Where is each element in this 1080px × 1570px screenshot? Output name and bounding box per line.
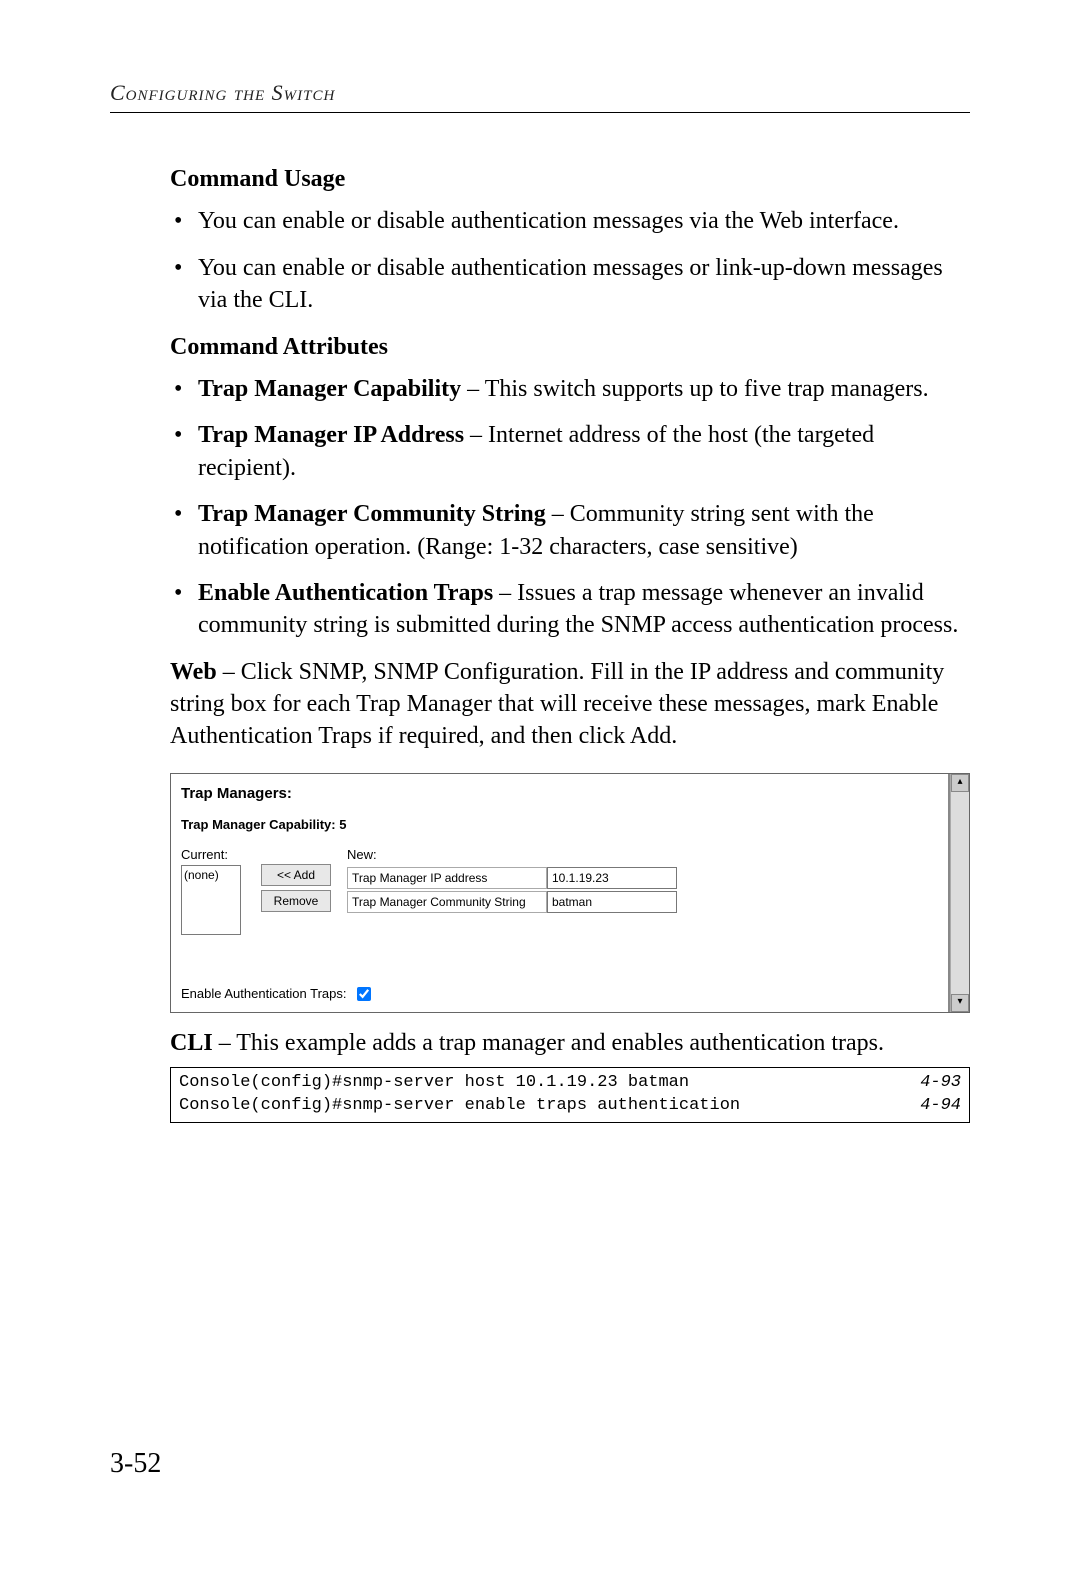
current-listbox-value: (none) [184,868,219,882]
command-usage-list: You can enable or disable authentication… [170,205,970,316]
cli-page-ref: 4-93 [908,1072,961,1095]
ip-address-input[interactable] [547,867,677,889]
scroll-down-button[interactable]: ▾ [951,994,969,1012]
command-attributes-title: Command Attributes [170,331,970,363]
command-usage-title: Command Usage [170,163,970,195]
community-string-input[interactable] [547,891,677,913]
command-usage-item: You can enable or disable authentication… [170,252,970,317]
community-string-label: Trap Manager Community String [347,891,547,913]
cli-command: Console(config)#snmp-server enable traps… [179,1095,740,1118]
web-lead: Web [170,659,217,685]
cli-line: Console(config)#snmp-server host 10.1.19… [179,1072,961,1095]
attr-term: Trap Manager Community String [198,501,546,527]
command-attributes-item: Trap Manager Community String – Communit… [170,498,970,563]
trap-managers-heading: Trap Managers: [181,784,959,804]
attr-term: Trap Manager IP Address [198,422,464,448]
page-number: 3-52 [110,1448,161,1480]
bullet-text: You can enable or disable authentication… [198,208,899,234]
ui-inner: Trap Managers: Trap Manager Capability: … [171,774,969,1012]
header-rule [110,112,970,113]
add-button[interactable]: << Add [261,864,331,886]
current-listbox[interactable]: (none) [181,865,241,935]
attr-term: Enable Authentication Traps [198,580,493,606]
command-attributes-item: Enable Authentication Traps – Issues a t… [170,577,970,642]
ip-address-label: Trap Manager IP address [347,867,547,889]
enable-auth-traps-checkbox[interactable] [357,987,371,1001]
content-block: Command Usage You can enable or disable … [170,163,970,1123]
cli-paragraph: CLI – This example adds a trap manager a… [170,1027,970,1059]
community-row: Trap Manager Community String [347,891,677,913]
cli-line: Console(config)#snmp-server enable traps… [179,1095,961,1118]
button-column: << Add Remove [261,846,341,912]
enable-auth-traps-row: Enable Authentication Traps: [181,984,374,1004]
command-usage-item: You can enable or disable authentication… [170,205,970,237]
scroll-up-button[interactable]: ▴ [951,774,969,792]
web-rest: – Click SNMP, SNMP Configuration. Fill i… [170,659,944,750]
running-head: Configuring the Switch [110,80,970,106]
current-column: Current: (none) [181,846,261,936]
ip-row: Trap Manager IP address [347,867,677,889]
command-attributes-item: Trap Manager IP Address – Internet addre… [170,419,970,484]
trap-managers-ui: Trap Managers: Trap Manager Capability: … [170,773,970,1013]
command-attributes-list: Trap Manager Capability – This switch su… [170,373,970,642]
running-head-text: Configuring the Switch [110,80,335,105]
command-attributes-item: Trap Manager Capability – This switch su… [170,373,970,405]
new-column: New: Trap Manager IP address Trap Manage… [341,846,677,916]
cli-page-ref: 4-94 [908,1095,961,1118]
cli-block: Console(config)#snmp-server host 10.1.19… [170,1067,970,1123]
bullet-text: You can enable or disable authentication… [198,255,943,313]
cli-lead: CLI [170,1030,213,1056]
vertical-scrollbar[interactable]: ▴ ▾ [950,774,969,1012]
attr-term: Trap Manager Capability [198,376,461,402]
trap-manager-capability: Trap Manager Capability: 5 [181,816,959,834]
attr-desc: – This switch supports up to five trap m… [461,376,928,402]
cli-command: Console(config)#snmp-server host 10.1.19… [179,1072,689,1095]
web-paragraph: Web – Click SNMP, SNMP Configuration. Fi… [170,656,970,753]
new-label: New: [347,846,677,864]
page: Configuring the Switch Command Usage You… [0,0,1080,1570]
remove-button[interactable]: Remove [261,890,331,912]
enable-auth-traps-label: Enable Authentication Traps: [181,985,347,1003]
cli-rest: – This example adds a trap manager and e… [213,1030,884,1056]
current-label: Current: [181,846,261,864]
trap-manager-row: Current: (none) << Add Remove New: Trap … [181,846,959,936]
